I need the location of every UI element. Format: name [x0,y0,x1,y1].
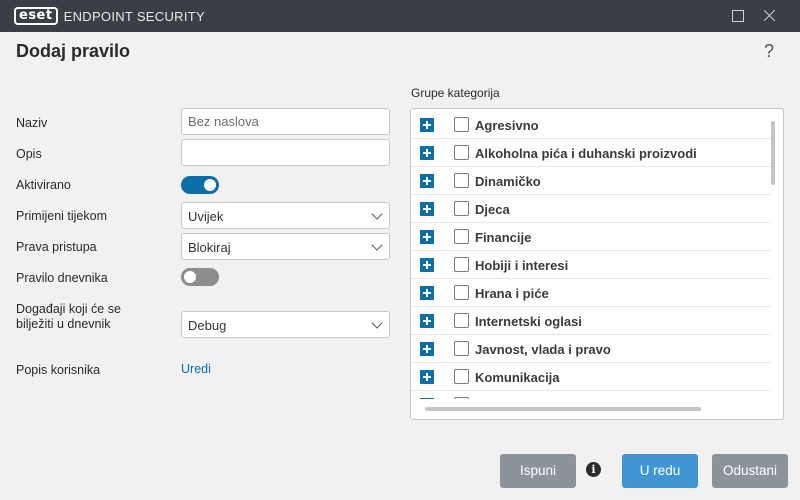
name-field-wrap [181,108,390,135]
category-row: Financije [411,223,771,251]
access-rights-select[interactable]: Blokiraj [181,233,390,260]
category-label: Financije [475,230,532,245]
apply-during-select[interactable]: Uvijek [181,202,390,229]
apply-during-label: Primijeni tijekom [16,209,107,223]
expand-icon[interactable] [420,146,434,160]
category-label: Internetski oglasi [475,314,582,329]
title-bar: eset ENDPOINT SECURITY [0,0,800,32]
category-checkbox[interactable] [454,341,469,356]
expand-icon[interactable] [420,286,434,300]
category-checkbox[interactable] [454,173,469,188]
expand-icon[interactable] [420,314,434,328]
expand-icon[interactable] [420,174,434,188]
chevron-down-icon [371,317,383,329]
log-rule-toggle[interactable] [181,268,219,286]
info-icon[interactable]: i [586,462,601,477]
category-groups-title: Grupe kategorija [411,86,500,100]
category-label: Agresivno [475,118,539,133]
expand-icon[interactable] [420,258,434,272]
category-row: Hobiji i interesi [411,251,771,279]
close-icon[interactable] [762,8,778,24]
category-row: Javnost, vlada i pravo [411,335,771,363]
chevron-down-icon [371,208,383,220]
log-rule-label: Pravilo dnevnika [16,271,108,285]
category-checkbox[interactable] [454,285,469,300]
category-checkbox[interactable] [454,229,469,244]
page-title: Dodaj pravilo [16,41,131,61]
expand-icon[interactable] [420,230,434,244]
category-checkbox[interactable] [454,117,469,132]
category-groups-list: Agresivno Alkoholna pića i duhanski proi… [410,108,784,420]
expand-icon[interactable] [420,202,434,216]
category-row: Dinamičko [411,167,771,195]
category-label: Hobiji i interesi [475,258,569,273]
product-name: ENDPOINT SECURITY [63,8,205,24]
category-row: Djeca [411,195,771,223]
eset-logo: eset ENDPOINT SECURITY [14,7,205,25]
cancel-button[interactable]: Odustani [712,454,788,488]
category-row: Hrana i piće [411,279,771,307]
log-events-value: Debug [188,318,227,333]
ok-button[interactable]: U redu [622,454,698,488]
log-events-select[interactable]: Debug [181,311,390,338]
toggle-knob [204,179,216,191]
category-label: Dinamičko [475,174,541,189]
category-checkbox[interactable] [454,369,469,384]
log-events-label: Događaji koji će se bilježiti u dnevnik [16,302,121,331]
category-label: Alkoholna pića i duhanski proizvodi [475,146,697,161]
category-row: Agresivno [411,111,771,139]
expand-icon[interactable] [420,342,434,356]
name-label: Naziv [16,116,48,130]
category-row: Alkoholna pića i duhanski proizvodi [411,139,771,167]
access-rights-value: Blokiraj [188,240,231,255]
category-label: Javnost, vlada i pravo [475,342,611,357]
category-row: Internetski oglasi [411,307,771,335]
toggle-knob [184,271,196,283]
chevron-down-icon [371,239,383,251]
expand-icon[interactable] [420,118,434,132]
vertical-scrollbar[interactable] [771,121,775,185]
category-label: Djeca [475,202,510,217]
description-label: Opis [16,147,42,161]
expand-icon[interactable] [420,370,434,384]
category-row: Komunikacija [411,363,771,391]
help-icon[interactable]: ? [764,41,774,62]
category-checkbox[interactable] [454,313,469,328]
category-checkbox[interactable] [454,145,469,160]
user-list-label: Popis korisnika [16,363,101,377]
edit-users-link[interactable]: Uredi [181,362,211,376]
description-input[interactable] [182,140,389,165]
fill-button[interactable]: Ispuni [500,454,576,488]
category-label: Komunikacija [475,370,560,385]
enabled-label: Aktivirano [16,178,71,192]
eset-logo-mark: eset [14,7,58,25]
horizontal-scrollbar[interactable] [425,407,701,411]
apply-during-value: Uvijek [188,209,224,224]
category-label: Hrana i piće [475,286,549,301]
enabled-toggle[interactable] [181,176,219,194]
category-checkbox[interactable] [454,257,469,272]
name-input[interactable] [182,109,389,134]
maximize-icon[interactable] [730,8,746,24]
category-checkbox[interactable] [454,201,469,216]
description-field-wrap [181,139,390,166]
access-rights-label: Prava pristupa [16,240,97,254]
